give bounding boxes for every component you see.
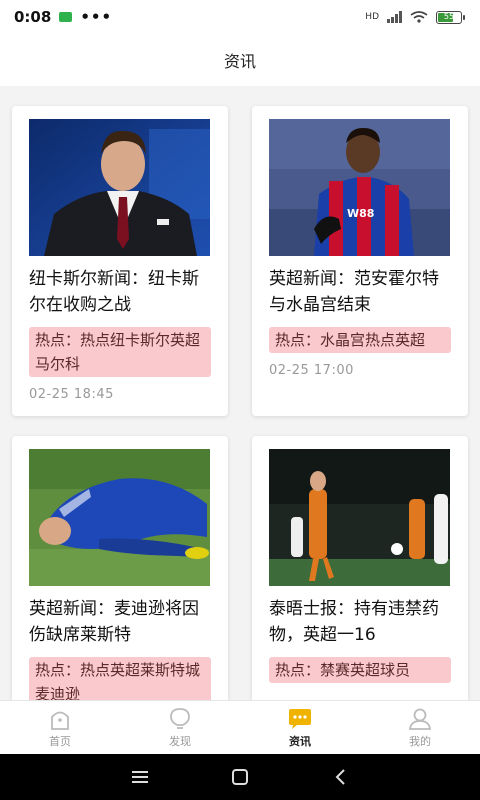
tab-discover[interactable]: 发现 bbox=[120, 701, 240, 754]
message-icon bbox=[59, 12, 73, 22]
user-icon bbox=[408, 708, 432, 730]
tab-label: 发现 bbox=[169, 734, 191, 748]
article-date: 02-25 17:00 bbox=[269, 363, 354, 378]
svg-text:W88: W88 bbox=[347, 207, 374, 220]
injured-player-photo bbox=[29, 449, 210, 586]
page-title: 资讯 bbox=[223, 52, 256, 71]
hot-tag: 热点：水晶宫热点英超 bbox=[269, 327, 451, 353]
article-title[interactable]: 英超新闻：范安霍尔特与水晶宫结束 bbox=[269, 266, 451, 318]
battery-level: 55 bbox=[443, 11, 455, 21]
status-right: HD 55 bbox=[365, 10, 465, 24]
crystal-palace-player-photo: W88 bbox=[269, 119, 450, 256]
menu-button[interactable] bbox=[120, 762, 160, 792]
news-card[interactable]: 泰晤士报：持有违禁药物，英超一16 热点：禁赛英超球员 bbox=[252, 436, 468, 700]
status-bar: 0:08 ••• HD 55 bbox=[0, 0, 480, 34]
news-card[interactable]: W88 英超新闻：范安霍尔特与水晶宫结束 热点：水晶宫热点英超 02-25 17… bbox=[252, 106, 468, 416]
news-chat-icon bbox=[289, 708, 311, 729]
wifi-icon bbox=[410, 11, 428, 23]
article-title[interactable]: 泰晤士报：持有违禁药物，英超一16 bbox=[269, 596, 451, 648]
battery-icon: 55 bbox=[436, 10, 465, 24]
menu-icon bbox=[132, 771, 148, 783]
news-feed[interactable]: 纽卡斯尔新闻：纽卡斯尔在收购之战 热点：热点纽卡斯尔英超马尔科 02-25 18… bbox=[0, 86, 480, 700]
tab-label: 我的 bbox=[409, 734, 431, 748]
article-title[interactable]: 纽卡斯尔新闻：纽卡斯尔在收购之战 bbox=[29, 266, 211, 318]
news-card[interactable]: 纽卡斯尔新闻：纽卡斯尔在收购之战 热点：热点纽卡斯尔英超马尔科 02-25 18… bbox=[12, 106, 228, 416]
bottom-tab-bar: 首页 发现 资讯 我的 bbox=[0, 700, 480, 754]
article-title[interactable]: 英超新闻：麦迪逊将因伤缺席莱斯特 bbox=[29, 596, 211, 648]
tab-home[interactable]: 首页 bbox=[0, 701, 120, 754]
signal-icon bbox=[387, 11, 402, 23]
home-square-icon bbox=[232, 769, 248, 785]
man-in-suit-photo bbox=[29, 119, 210, 256]
home-icon bbox=[51, 711, 69, 730]
status-time: 0:08 bbox=[14, 8, 52, 26]
network-label: HD bbox=[365, 12, 379, 22]
tab-label: 首页 bbox=[49, 734, 71, 748]
lightbulb-icon bbox=[170, 707, 190, 729]
tab-label: 资讯 bbox=[289, 734, 311, 748]
player-on-pitch-photo bbox=[269, 449, 450, 586]
hot-tag: 热点：热点英超莱斯特城麦迪逊 bbox=[29, 657, 211, 700]
back-button[interactable] bbox=[320, 762, 360, 792]
hot-tag: 热点：禁赛英超球员 bbox=[269, 657, 451, 683]
status-left: 0:08 ••• bbox=[14, 8, 112, 26]
back-icon bbox=[335, 769, 345, 785]
tab-mine[interactable]: 我的 bbox=[360, 701, 480, 754]
app-header: 资讯 bbox=[0, 34, 480, 86]
home-button[interactable] bbox=[220, 762, 260, 792]
news-card[interactable]: 英超新闻：麦迪逊将因伤缺席莱斯特 热点：热点英超莱斯特城麦迪逊 bbox=[12, 436, 228, 700]
system-nav-bar bbox=[0, 754, 480, 800]
hot-tag: 热点：热点纽卡斯尔英超马尔科 bbox=[29, 327, 211, 377]
more-notifications-icon: ••• bbox=[80, 8, 113, 26]
article-date: 02-25 18:45 bbox=[29, 387, 114, 402]
tab-news[interactable]: 资讯 bbox=[240, 701, 360, 754]
